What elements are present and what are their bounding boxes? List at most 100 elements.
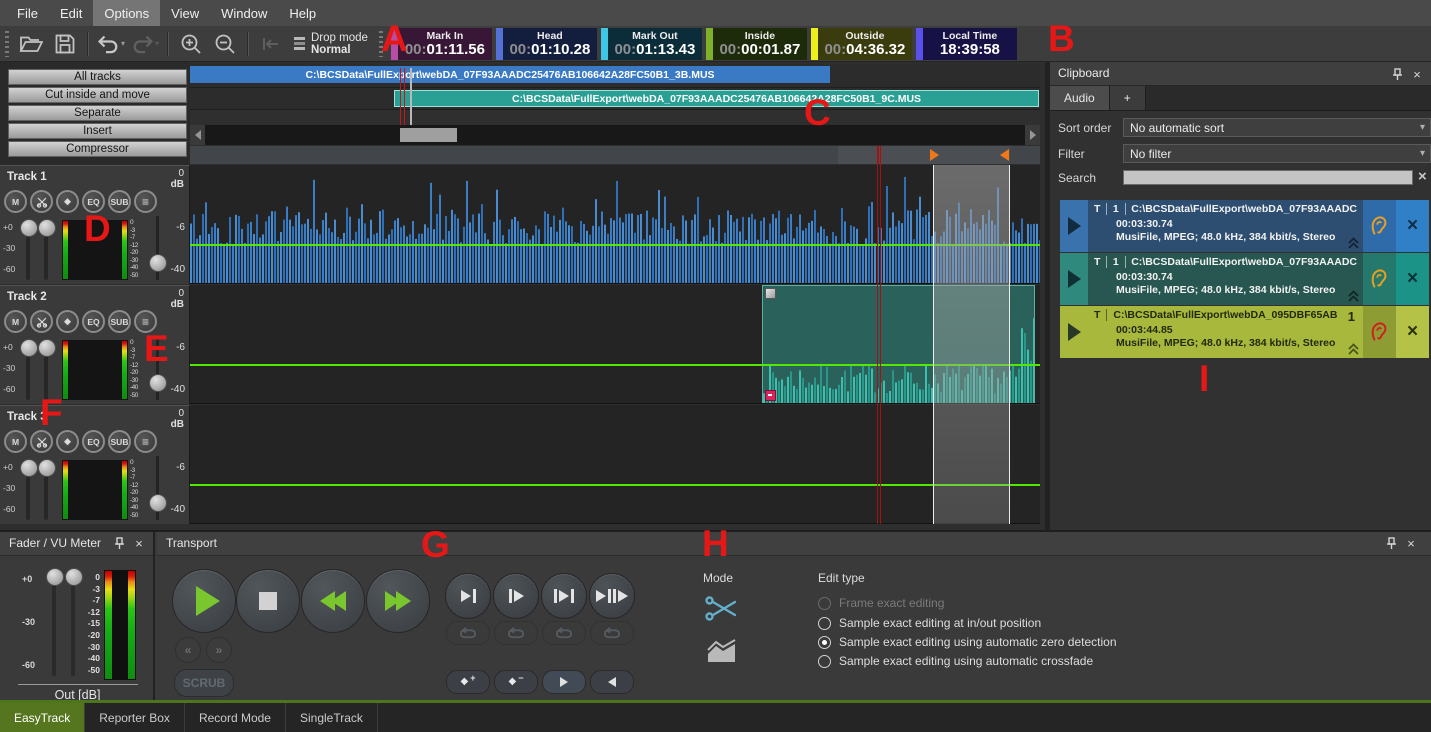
scroll-left-arrow[interactable]: [190, 125, 205, 145]
prelisten-ear-button[interactable]: [1363, 306, 1396, 358]
time-display-outside[interactable]: Outside 00:04:36.32: [811, 28, 912, 60]
scrollbar-thumb[interactable]: [400, 128, 457, 142]
play-between-marks-button[interactable]: [541, 573, 587, 619]
track-lane-1[interactable]: [190, 165, 1040, 284]
tab-reporter-box[interactable]: Reporter Box: [85, 703, 185, 732]
play-to-cursor-button[interactable]: [445, 573, 491, 619]
next-marker-button[interactable]: [542, 670, 586, 694]
compressor-button[interactable]: Compressor: [8, 141, 187, 157]
pan-knob[interactable]: [20, 459, 38, 477]
pan-knob[interactable]: [20, 219, 38, 237]
close-icon[interactable]: ×: [1403, 535, 1419, 551]
menu-view[interactable]: View: [160, 0, 210, 26]
track-lane-3[interactable]: [190, 405, 1040, 524]
item-play-button[interactable]: [1060, 306, 1088, 358]
item-info[interactable]: T C:\BCSData\FullExport\webDA_095DBF65AB…: [1088, 306, 1363, 358]
toolbar-grip[interactable]: [5, 31, 9, 57]
tab-record-mode[interactable]: Record Mode: [185, 703, 286, 732]
time-display-mark-out[interactable]: Mark Out 00:01:13.43: [601, 28, 702, 60]
eq-button[interactable]: EQ: [82, 310, 105, 333]
pin-icon[interactable]: [1383, 535, 1399, 551]
time-display-inside[interactable]: Inside 00:00:01.87: [706, 28, 807, 60]
remove-marker-button[interactable]: ◆−: [494, 670, 538, 694]
add-marker-button[interactable]: ◆+: [446, 670, 490, 694]
play-around-cut-button[interactable]: [589, 573, 635, 619]
overview-playhead-line[interactable]: [404, 68, 405, 126]
save-button[interactable]: [50, 30, 80, 58]
pan-knob[interactable]: [20, 339, 38, 357]
overview-clip-bottom[interactable]: C:\BCSData\FullExport\webDA_07F93AAADC25…: [394, 90, 1039, 107]
envelope-mode-button[interactable]: [705, 638, 739, 664]
eq-button[interactable]: EQ: [82, 430, 105, 453]
out-fader-track-left[interactable]: [52, 572, 56, 676]
time-selection-overlay[interactable]: [933, 165, 1010, 524]
prelisten-ear-button[interactable]: [1363, 253, 1396, 305]
sub-button[interactable]: SUB: [108, 190, 131, 213]
mute-button[interactable]: M: [4, 310, 27, 333]
stop-button[interactable]: [236, 569, 300, 633]
fast-forward-button[interactable]: [366, 569, 430, 633]
drop-mode-control[interactable]: Drop modeNormal: [294, 32, 368, 56]
pin-icon[interactable]: [1389, 66, 1405, 82]
tab-audio[interactable]: Audio: [1050, 86, 1110, 110]
cut-inside-and-move-button[interactable]: Cut inside and move: [8, 87, 187, 103]
clipboard-item-1[interactable]: T 1 C:\BCSData\FullExport\webDA_07F93AAA…: [1060, 200, 1431, 252]
sort-order-select[interactable]: No automatic sort: [1123, 118, 1431, 137]
menu-edit[interactable]: Edit: [49, 0, 93, 26]
menu-window[interactable]: Window: [210, 0, 278, 26]
playhead-line[interactable]: [877, 146, 878, 524]
play-from-cursor-button[interactable]: [493, 573, 539, 619]
track-menu-button[interactable]: ≡: [134, 430, 157, 453]
overview-playhead-line[interactable]: [400, 68, 401, 126]
pin-icon[interactable]: [111, 535, 127, 551]
mute-button[interactable]: M: [4, 430, 27, 453]
diamond-button[interactable]: ◆: [56, 190, 79, 213]
item-info[interactable]: T 1 C:\BCSData\FullExport\webDA_07F93AAA…: [1088, 200, 1363, 252]
radio-sample-exact-crossfade[interactable]: Sample exact editing using automatic cro…: [818, 654, 1093, 668]
clipboard-item-3[interactable]: T C:\BCSData\FullExport\webDA_095DBF65AB…: [1060, 306, 1431, 358]
sub-button[interactable]: SUB: [108, 430, 131, 453]
selection-end-marker[interactable]: [1000, 149, 1009, 161]
gain-knob[interactable]: [38, 339, 56, 357]
item-play-button[interactable]: [1060, 253, 1088, 305]
collapse-chevron-icon[interactable]: [1347, 237, 1360, 249]
menu-help[interactable]: Help: [278, 0, 327, 26]
cut-scissors-button[interactable]: [30, 190, 53, 213]
track-menu-button[interactable]: ≡: [134, 190, 157, 213]
overview-cursor-line[interactable]: [410, 68, 412, 126]
menu-options[interactable]: Options: [93, 0, 160, 26]
overview-clip-top[interactable]: C:\BCSData\FullExport\webDA_07F93AAADC25…: [190, 66, 830, 83]
out-fader-knob-left[interactable]: [46, 568, 64, 586]
diamond-button[interactable]: ◆: [56, 310, 79, 333]
play-button[interactable]: [172, 569, 236, 633]
out-fader-track-right[interactable]: [71, 572, 75, 676]
timeline-ruler[interactable]: [190, 146, 1040, 164]
tab-add[interactable]: +: [1110, 86, 1146, 110]
item-play-button[interactable]: [1060, 200, 1088, 252]
level-fader-knob[interactable]: [149, 254, 167, 272]
separate-button[interactable]: Separate: [8, 105, 187, 121]
clipboard-item-2[interactable]: T 1 C:\BCSData\FullExport\webDA_07F93AAA…: [1060, 253, 1431, 305]
sub-button[interactable]: SUB: [108, 310, 131, 333]
rewind-button[interactable]: [301, 569, 365, 633]
level-fader-knob[interactable]: [149, 494, 167, 512]
prev-marker-button[interactable]: [590, 670, 634, 694]
undo-button[interactable]: ▾: [96, 30, 126, 58]
item-close-button[interactable]: ×: [1396, 253, 1429, 305]
selection-start-marker[interactable]: [930, 149, 939, 161]
all-tracks-button[interactable]: All tracks: [8, 69, 187, 85]
search-input[interactable]: [1124, 172, 1416, 187]
undo-dropdown-caret[interactable]: ▾: [121, 39, 125, 48]
clip-fade-handle[interactable]: [765, 288, 776, 299]
collapse-chevron-icon[interactable]: [1347, 343, 1360, 355]
cut-scissors-button[interactable]: [30, 430, 53, 453]
item-close-button[interactable]: ×: [1396, 306, 1429, 358]
item-info[interactable]: T 1 C:\BCSData\FullExport\webDA_07F93AAA…: [1088, 253, 1363, 305]
insert-button[interactable]: Insert: [8, 123, 187, 139]
diamond-button[interactable]: ◆: [56, 430, 79, 453]
radio-sample-exact-inout[interactable]: Sample exact editing at in/out position: [818, 616, 1041, 630]
playhead-line[interactable]: [880, 146, 881, 524]
gain-knob[interactable]: [38, 219, 56, 237]
redo-button[interactable]: ▾: [130, 30, 160, 58]
scroll-right-arrow[interactable]: [1025, 125, 1040, 145]
